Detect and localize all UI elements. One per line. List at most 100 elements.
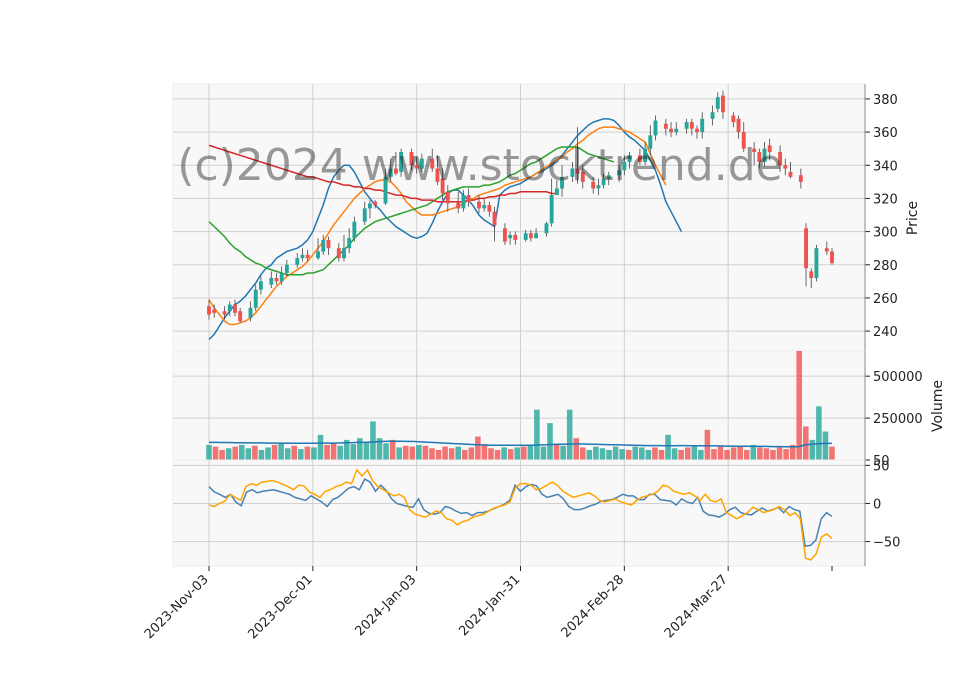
candle-body — [238, 311, 243, 322]
y-tick-label: 360 — [873, 126, 898, 141]
x-tick-label: 2024-Feb-28 — [559, 572, 628, 641]
candle-body — [804, 228, 808, 269]
volume-bar — [684, 447, 691, 460]
candle-body — [513, 234, 518, 240]
candle-body — [466, 195, 471, 202]
volume-bar — [212, 446, 219, 460]
volume-bar — [461, 449, 468, 460]
volume-bar — [724, 449, 730, 460]
volume-bar — [534, 409, 540, 460]
candle-body — [300, 254, 305, 259]
volume-bar — [652, 447, 658, 460]
candle-body — [814, 248, 819, 279]
volume-bar — [809, 439, 816, 460]
candle-body — [544, 223, 549, 234]
volume-bar — [488, 448, 494, 460]
candle-body — [502, 228, 507, 242]
volume-bar — [481, 444, 488, 460]
y-tick-label: 240 — [873, 325, 898, 340]
volume-bar — [337, 445, 343, 460]
volume-bar — [730, 447, 737, 460]
volume-bar — [278, 443, 284, 460]
candle-body — [477, 201, 481, 209]
oscillator-panel: −50 0 50 — [172, 459, 900, 567]
y-tick-label: −50 — [873, 536, 900, 551]
candle-body — [549, 195, 554, 224]
y-tick-label: 260 — [873, 292, 898, 307]
volume-bar — [698, 449, 704, 460]
volume-bar — [580, 447, 586, 460]
volume-bar — [271, 444, 278, 460]
volume-bar — [252, 445, 258, 460]
candle-body — [305, 254, 310, 259]
price-panel: 240 260 280 300 320 340 360 380 — [172, 83, 898, 352]
volume-bar — [330, 443, 337, 460]
volume-bar — [593, 446, 599, 460]
volume-bar — [520, 446, 527, 460]
volume-bar — [625, 449, 632, 460]
volume-bar — [350, 444, 357, 460]
volume-bar — [402, 445, 409, 460]
candle-body — [269, 278, 274, 285]
candle-body — [689, 122, 694, 129]
y-tick-label: 50 — [873, 459, 890, 474]
y-tick-label: 380 — [873, 93, 898, 108]
candle-body — [528, 233, 533, 239]
volume-bar — [632, 446, 639, 460]
volume-bar — [455, 446, 461, 460]
volume-bar — [298, 449, 304, 460]
volume-bar — [239, 444, 245, 460]
candle-body — [207, 306, 211, 315]
candle-body — [674, 128, 679, 133]
volume-bar — [678, 449, 684, 460]
candle-body — [352, 221, 357, 239]
volume-bar — [560, 445, 566, 460]
volume-bar — [284, 448, 291, 460]
volume-bar — [763, 448, 770, 460]
price-axis-label: Price — [905, 201, 921, 235]
volume-bar — [743, 449, 750, 460]
volume-bar — [553, 444, 560, 460]
volume-bar — [304, 446, 311, 460]
candle-body — [445, 191, 450, 204]
volume-bar — [232, 446, 239, 460]
volume-bar — [665, 434, 671, 460]
candle-body — [222, 311, 227, 315]
watermark: (c)2024 www.stocktrend.de — [177, 140, 782, 191]
candle-body — [482, 205, 487, 209]
volume-bar — [816, 406, 822, 460]
volume-bar — [658, 449, 665, 460]
candle-body — [700, 118, 705, 133]
volume-bar — [527, 444, 534, 460]
candle-body — [321, 239, 326, 252]
candle-body — [798, 175, 803, 182]
candle-body — [809, 271, 814, 279]
volume-bar — [586, 449, 593, 460]
volume-bar — [645, 449, 652, 460]
x-tick-label: 2023-Nov-03 — [142, 572, 212, 642]
candle-body — [279, 273, 284, 282]
candle-body — [534, 233, 539, 239]
volume-bar — [612, 446, 619, 460]
volume-bar — [245, 448, 252, 460]
candle-body — [653, 120, 658, 136]
volume-bar — [822, 431, 829, 460]
candle-body — [253, 289, 258, 308]
volume-bar — [829, 446, 835, 460]
candle-body — [227, 304, 232, 312]
volume-bar — [389, 439, 396, 460]
y-tick-label: 500000 — [873, 370, 923, 385]
volume-panel: 50250000500000 — [172, 350, 923, 469]
volume-bar — [639, 447, 645, 460]
volume-bar — [468, 447, 475, 460]
candle-body — [342, 248, 346, 259]
volume-bar — [317, 434, 324, 460]
volume-bar — [442, 446, 448, 460]
candle-body — [258, 281, 263, 290]
y-tick-label: 320 — [873, 192, 898, 207]
candle-body — [669, 128, 674, 133]
volume-bar — [757, 447, 763, 460]
volume-axis-label: Volume — [930, 380, 946, 432]
volume-bar — [619, 449, 625, 460]
volume-bar — [357, 438, 363, 460]
